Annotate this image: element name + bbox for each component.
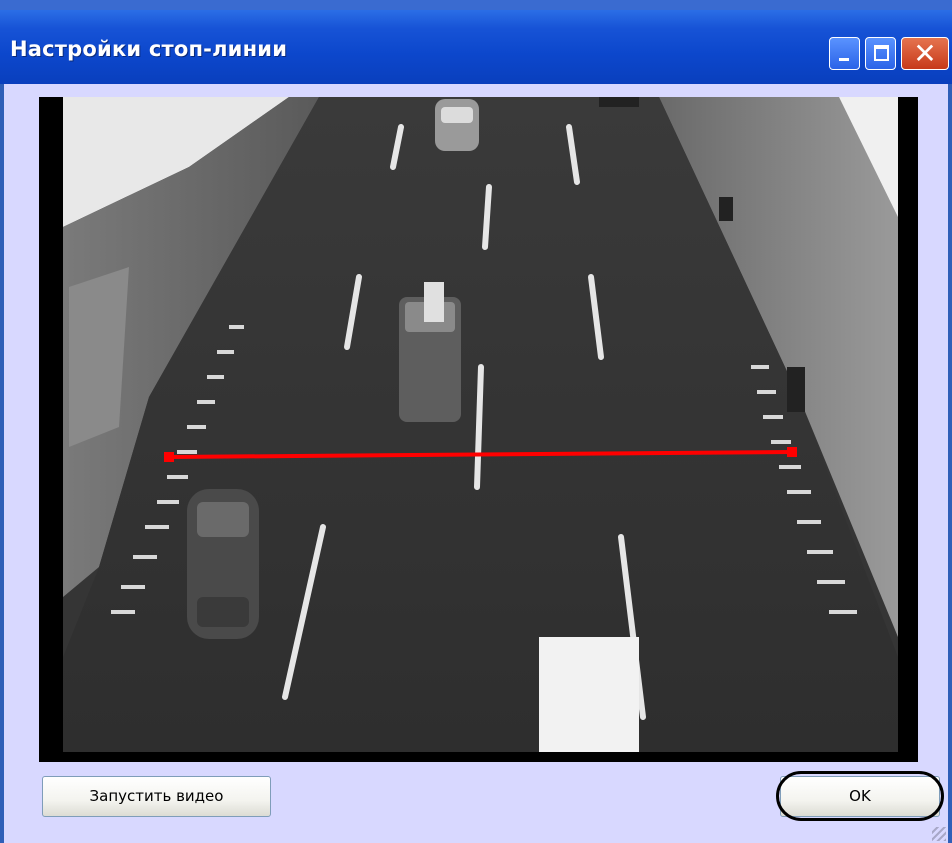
stop-line-handle-left[interactable] xyxy=(164,452,174,462)
truck-center xyxy=(399,282,461,422)
title-bar[interactable]: Настройки стоп-линии ✕ xyxy=(0,10,952,84)
minimize-icon xyxy=(839,58,849,61)
maximize-button[interactable] xyxy=(865,37,896,70)
stop-line-settings-window: Настройки стоп-линии ✕ Запустить видео O… xyxy=(0,0,952,843)
close-icon: ✕ xyxy=(913,37,937,70)
stop-line-handle-right[interactable] xyxy=(787,447,797,457)
road-marking-dark-2 xyxy=(787,367,805,412)
minimize-button[interactable] xyxy=(829,37,860,70)
close-button[interactable]: ✕ xyxy=(901,37,949,70)
dialog-client-area: Запустить видео OK xyxy=(4,84,948,843)
start-video-button[interactable]: Запустить видео xyxy=(42,776,271,817)
car-far xyxy=(599,97,639,107)
background-window-strip xyxy=(0,0,952,10)
video-frame-image xyxy=(63,97,898,752)
video-preview[interactable] xyxy=(39,97,918,762)
car-top xyxy=(435,99,479,151)
car-left xyxy=(187,489,259,639)
ok-button[interactable]: OK xyxy=(780,776,940,817)
road-marking-dark xyxy=(719,197,733,221)
resize-grip-icon[interactable] xyxy=(932,827,946,841)
window-title: Настройки стоп-линии xyxy=(10,37,288,61)
truck-bottom xyxy=(539,637,639,752)
maximize-icon xyxy=(874,45,889,61)
